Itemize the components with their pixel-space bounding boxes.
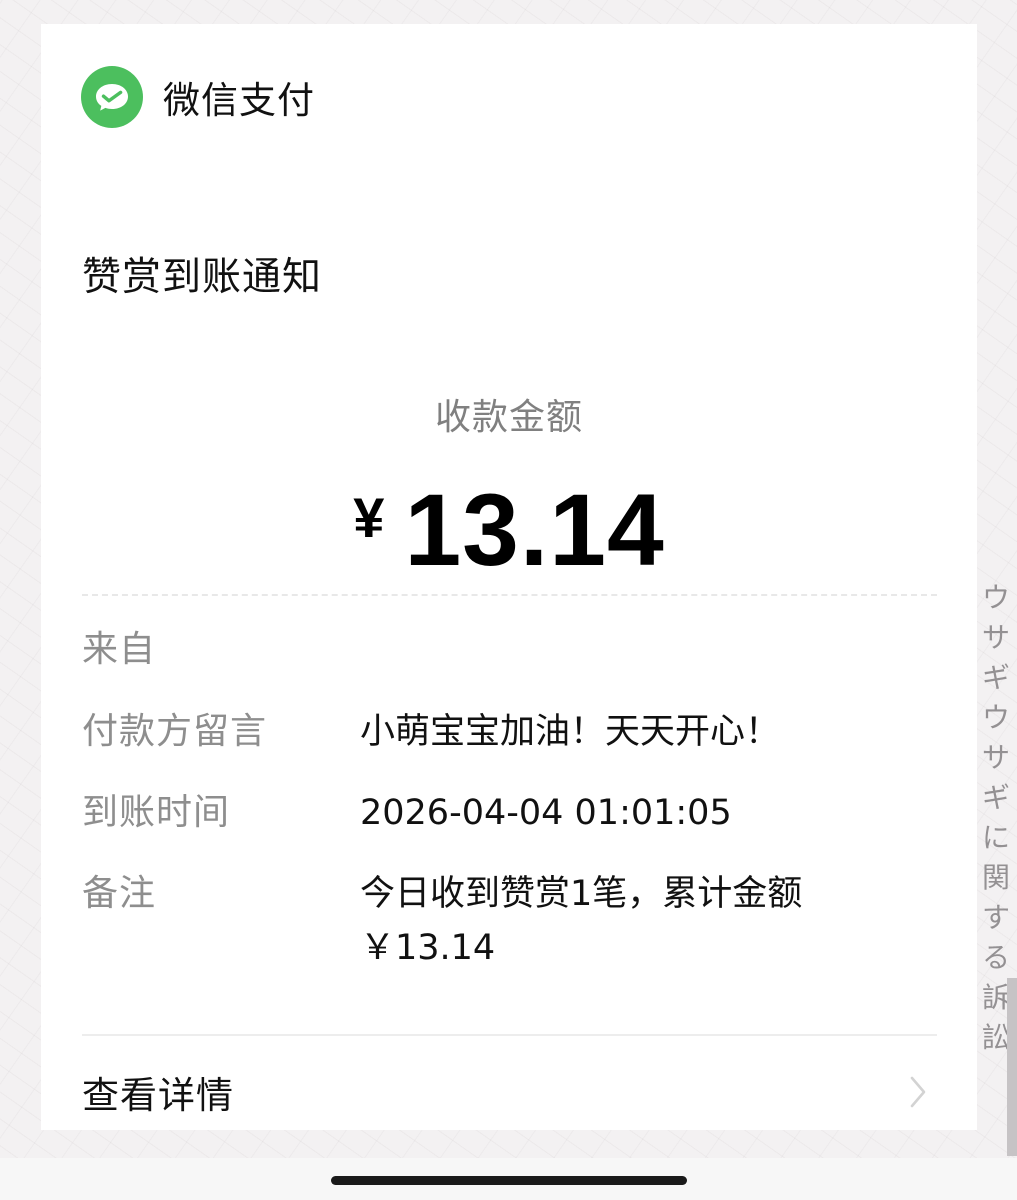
amount-label: 收款金额 xyxy=(434,397,583,438)
scrollbar-thumb[interactable] xyxy=(1007,978,1017,1156)
home-indicator[interactable] xyxy=(331,1176,687,1185)
currency-symbol: ¥ xyxy=(353,486,385,549)
amount-display: ¥13.14 xyxy=(41,472,977,589)
wechat-pay-logo-icon xyxy=(81,66,143,128)
dashed-divider xyxy=(82,594,937,596)
brand-header: 微信支付 xyxy=(81,66,315,128)
remark-line-1: 今日收到赞赏1笔，累计金额 xyxy=(360,874,803,914)
detail-label-message: 付款方留言 xyxy=(82,711,268,752)
detail-row-message: 付款方留言 小萌宝宝加油！天天开心！ xyxy=(82,705,937,759)
notification-title: 赞赏到账通知 xyxy=(82,255,323,300)
amount-value: 13.14 xyxy=(404,473,665,587)
detail-value-time: 2026-04-04 01:01:05 xyxy=(360,793,732,833)
view-details-link[interactable]: 查看详情 xyxy=(82,1064,937,1120)
detail-label-time: 到账时间 xyxy=(82,792,231,833)
detail-value-message: 小萌宝宝加油！天天开心！ xyxy=(360,712,781,752)
detail-label-from: 来自 xyxy=(82,629,157,670)
detail-row-from: 来自 xyxy=(82,623,937,677)
detail-row-time: 到账时间 2026-04-04 01:01:05 xyxy=(82,786,937,840)
view-details-label: 查看详情 xyxy=(82,1074,234,1117)
section-divider xyxy=(82,1034,937,1036)
detail-value-remark: 今日收到赞赏1笔，累计金额 ￥13.14 xyxy=(360,867,802,975)
detail-row-remark: 备注 今日收到赞赏1笔，累计金额 ￥13.14 xyxy=(82,867,937,975)
notification-card: 微信支付 赞赏到账通知 收款金额 ¥13.14 来自 付款方留言 小萌宝宝加油！… xyxy=(41,24,977,1130)
chevron-right-icon xyxy=(899,1064,937,1120)
brand-name: 微信支付 xyxy=(163,79,315,122)
detail-label-remark: 备注 xyxy=(82,873,157,914)
remark-line-2: ￥13.14 xyxy=(360,928,496,968)
